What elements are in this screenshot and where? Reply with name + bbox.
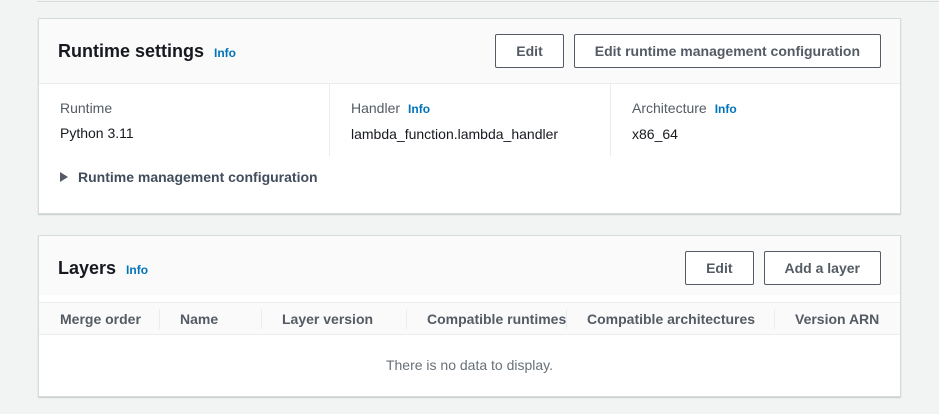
handler-field-value: lambda_function.lambda_handler xyxy=(351,126,600,142)
runtime-settings-fields: Runtime Python 3.11 Handler Info lambda_… xyxy=(39,84,900,156)
column-header-version-arn: Version ARN xyxy=(774,311,900,327)
layers-info-link[interactable]: Info xyxy=(126,263,148,277)
runtime-settings-header: Runtime settings Info Edit Edit runtime … xyxy=(39,19,900,84)
column-header-compatible-architectures: Compatible architectures xyxy=(566,311,774,327)
handler-info-link[interactable]: Info xyxy=(408,101,430,117)
column-header-layer-version: Layer version xyxy=(261,311,406,327)
runtime-settings-info-link[interactable]: Info xyxy=(214,46,236,60)
layers-actions: Edit Add a layer xyxy=(685,251,881,285)
architecture-field: Architecture Info x86_64 xyxy=(610,84,900,156)
column-header-merge-order: Merge order xyxy=(39,311,159,327)
architecture-field-value: x86_64 xyxy=(632,126,890,142)
edit-runtime-settings-button[interactable]: Edit xyxy=(495,34,563,68)
edit-layers-button[interactable]: Edit xyxy=(685,251,753,285)
column-header-name: Name xyxy=(159,311,261,327)
runtime-label-text: Runtime xyxy=(60,100,112,116)
architecture-field-label: Architecture Info xyxy=(632,100,890,117)
layers-header: Layers Info Edit Add a layer xyxy=(39,236,900,295)
layers-title-group: Layers Info xyxy=(58,257,148,279)
handler-label-text: Handler xyxy=(351,100,400,116)
runtime-settings-title: Runtime settings xyxy=(58,40,204,62)
runtime-field-label: Runtime xyxy=(60,100,319,116)
add-a-layer-button[interactable]: Add a layer xyxy=(764,251,881,285)
expand-caret-icon xyxy=(60,172,68,182)
architecture-label-text: Architecture xyxy=(632,100,707,116)
layers-table-empty-message: There is no data to display. xyxy=(39,335,900,395)
architecture-info-link[interactable]: Info xyxy=(715,101,737,117)
runtime-field: Runtime Python 3.11 xyxy=(39,84,329,156)
layers-title: Layers xyxy=(58,257,116,279)
runtime-management-configuration-expander[interactable]: Runtime management configuration xyxy=(39,156,900,185)
layers-table-header: Merge order Name Layer version Compatibl… xyxy=(39,302,900,335)
edit-runtime-management-configuration-button[interactable]: Edit runtime management configuration xyxy=(574,34,881,68)
runtime-settings-title-group: Runtime settings Info xyxy=(58,40,236,62)
runtime-settings-card: Runtime settings Info Edit Edit runtime … xyxy=(38,18,901,214)
runtime-field-value: Python 3.11 xyxy=(60,125,319,141)
content-top-divider xyxy=(37,1,939,2)
handler-field: Handler Info lambda_function.lambda_hand… xyxy=(329,84,610,156)
runtime-settings-actions: Edit Edit runtime management configurati… xyxy=(495,34,881,68)
layers-card: Layers Info Edit Add a layer Merge order… xyxy=(38,235,901,397)
column-header-compatible-runtimes: Compatible runtimes xyxy=(406,311,566,327)
handler-field-label: Handler Info xyxy=(351,100,600,117)
runtime-management-configuration-label: Runtime management configuration xyxy=(78,169,318,185)
